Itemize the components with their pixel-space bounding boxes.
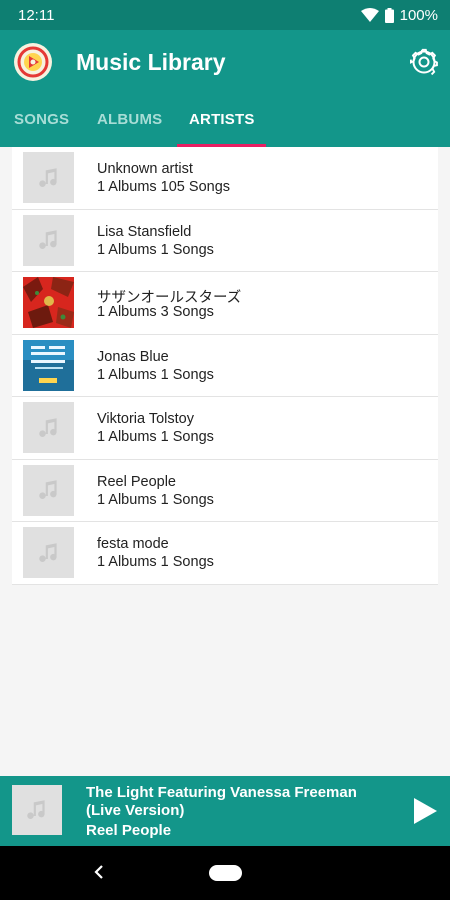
artist-row[interactable]: Lisa Stansfield 1 Albums 1 Songs	[12, 209, 438, 272]
artist-name: festa mode	[97, 536, 169, 552]
battery-level: 100%	[399, 6, 438, 24]
artist-stats: 1 Albums 1 Songs	[97, 429, 214, 445]
now-playing-title: The Light Featuring Vanessa Freeman (Liv…	[86, 784, 386, 820]
tab-artists[interactable]: ARTISTS	[189, 111, 255, 128]
status-bar: 12:11 100%	[0, 0, 450, 30]
artist-row[interactable]: Viktoria Tolstoy 1 Albums 1 Songs	[12, 397, 438, 460]
app-bar: Music Library	[0, 30, 450, 95]
artist-stats: 1 Albums 105 Songs	[97, 179, 231, 195]
back-icon[interactable]	[92, 862, 106, 882]
play-icon[interactable]	[413, 798, 437, 824]
artist-name: Unknown artist	[97, 161, 193, 177]
music-note-icon	[12, 785, 62, 835]
artist-stats: 1 Albums 1 Songs	[97, 491, 214, 508]
tab-bar: SONGS ALBUMS ARTISTS	[0, 95, 450, 147]
artist-row[interactable]: Unknown artist 1 Albums 105 Songs	[12, 147, 438, 210]
artist-name: Lisa Stansfield	[97, 223, 192, 240]
artist-stats: 1 Albums 1 Songs	[97, 241, 214, 258]
tab-albums[interactable]: ALBUMS	[97, 111, 162, 128]
artist-name: Jonas Blue	[97, 348, 169, 365]
now-playing-title-line2: (Live Version)	[86, 802, 185, 819]
artist-row[interactable]: サザンオールスターズ 1 Albums 3 Songs	[12, 272, 438, 335]
artist-stats: 1 Albums 1 Songs	[97, 366, 214, 383]
artist-name: Viktoria Tolstoy	[97, 411, 194, 427]
home-pill[interactable]	[209, 865, 242, 881]
music-note-icon	[23, 402, 74, 453]
artist-row[interactable]: Reel People 1 Albums 1 Songs	[12, 459, 438, 522]
music-note-icon	[23, 527, 74, 578]
album-art-blue	[23, 339, 74, 391]
artist-name: Reel People	[97, 473, 176, 490]
music-note-icon	[23, 214, 74, 266]
wifi-icon	[360, 7, 379, 22]
artist-row[interactable]: festa mode 1 Albums 1 Songs	[12, 522, 438, 585]
status-icons: 100%	[360, 6, 438, 24]
settings-gear-icon[interactable]	[410, 48, 438, 76]
app-title: Music Library	[76, 49, 226, 75]
music-note-icon	[23, 464, 74, 516]
artist-list: Unknown artist 1 Albums 105 Songs Lisa S…	[12, 147, 438, 585]
now-playing-artist: Reel People	[86, 822, 172, 839]
artist-stats: 1 Albums 1 Songs	[97, 554, 214, 570]
battery-icon	[384, 7, 394, 23]
tab-songs[interactable]: SONGS	[14, 111, 69, 128]
artist-row[interactable]: Jonas Blue 1 Albums 1 Songs	[12, 334, 438, 397]
album-art-red	[23, 277, 74, 328]
now-playing-title-line1: The Light Featuring Vanessa Freeman	[86, 784, 357, 801]
system-nav-bar	[0, 846, 450, 900]
status-time: 12:11	[18, 6, 55, 24]
music-note-icon	[23, 152, 74, 203]
artist-stats: 1 Albums 3 Songs	[97, 304, 214, 320]
now-playing-bar[interactable]: The Light Featuring Vanessa Freeman (Liv…	[0, 776, 450, 846]
app-logo-icon	[14, 43, 52, 81]
